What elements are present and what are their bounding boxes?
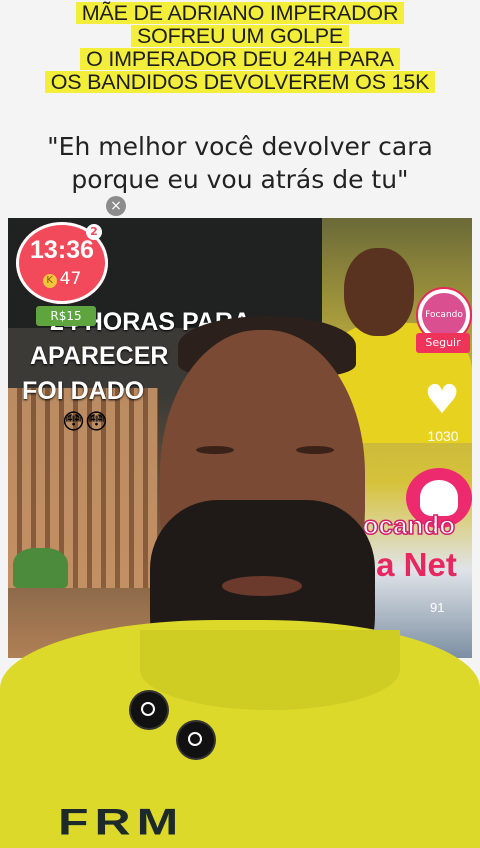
channel-avatar-label: Focando na Net: [422, 293, 466, 337]
like-count: 1030: [427, 428, 459, 444]
quote-line-2: porque eu vou atrás de tu": [71, 165, 409, 194]
quote: "Eh melhor você devolver cara porque eu …: [0, 130, 480, 196]
close-icon[interactable]: ×: [106, 196, 126, 216]
follow-button[interactable]: Seguir: [416, 333, 470, 353]
shirt-print: FRM: [58, 800, 185, 843]
headline-line-1: MÃE DE ADRIANO IMPERADOR: [75, 2, 405, 24]
left-eye: [196, 446, 234, 454]
flushed-emoji: 😳😳: [62, 410, 108, 435]
quote-line-1: "Eh melhor você devolver cara: [47, 132, 433, 161]
right-eye: [296, 446, 334, 454]
view-count: 91: [430, 600, 445, 615]
money-tag: R$15: [36, 306, 96, 326]
timer-coins: K 47: [16, 269, 108, 289]
mic-ring-2: [188, 732, 202, 746]
cover-text-line-2: APARECER: [30, 342, 169, 370]
headline-line-3: O IMPERADOR DEU 24H PARA: [80, 48, 400, 70]
coin-count: 47: [59, 269, 82, 289]
coin-icon: K: [42, 274, 57, 288]
heart-icon[interactable]: ♥: [420, 378, 464, 422]
lapel-mic-icon: [131, 692, 167, 728]
player-photo: [344, 248, 414, 336]
shirt-collar: [140, 630, 400, 710]
background-plant: [13, 548, 68, 588]
brand-line-1: focando: [353, 509, 456, 541]
headline-line-2: SOFREU UM GOLPE: [130, 25, 350, 47]
person-mouth: [222, 576, 302, 596]
lapel-mic-icon-2: [178, 722, 214, 758]
person-eyes: [196, 446, 336, 456]
headline-line-4: OS BANDIDOS DEVOLVEREM OS 15K: [44, 71, 436, 93]
mic-ring: [141, 702, 155, 716]
timer-badge: 2: [86, 224, 102, 240]
cover-text-line-3: FOI DADO: [22, 377, 145, 405]
headline: MÃE DE ADRIANO IMPERADOR SOFREU UM GOLPE…: [0, 2, 480, 94]
